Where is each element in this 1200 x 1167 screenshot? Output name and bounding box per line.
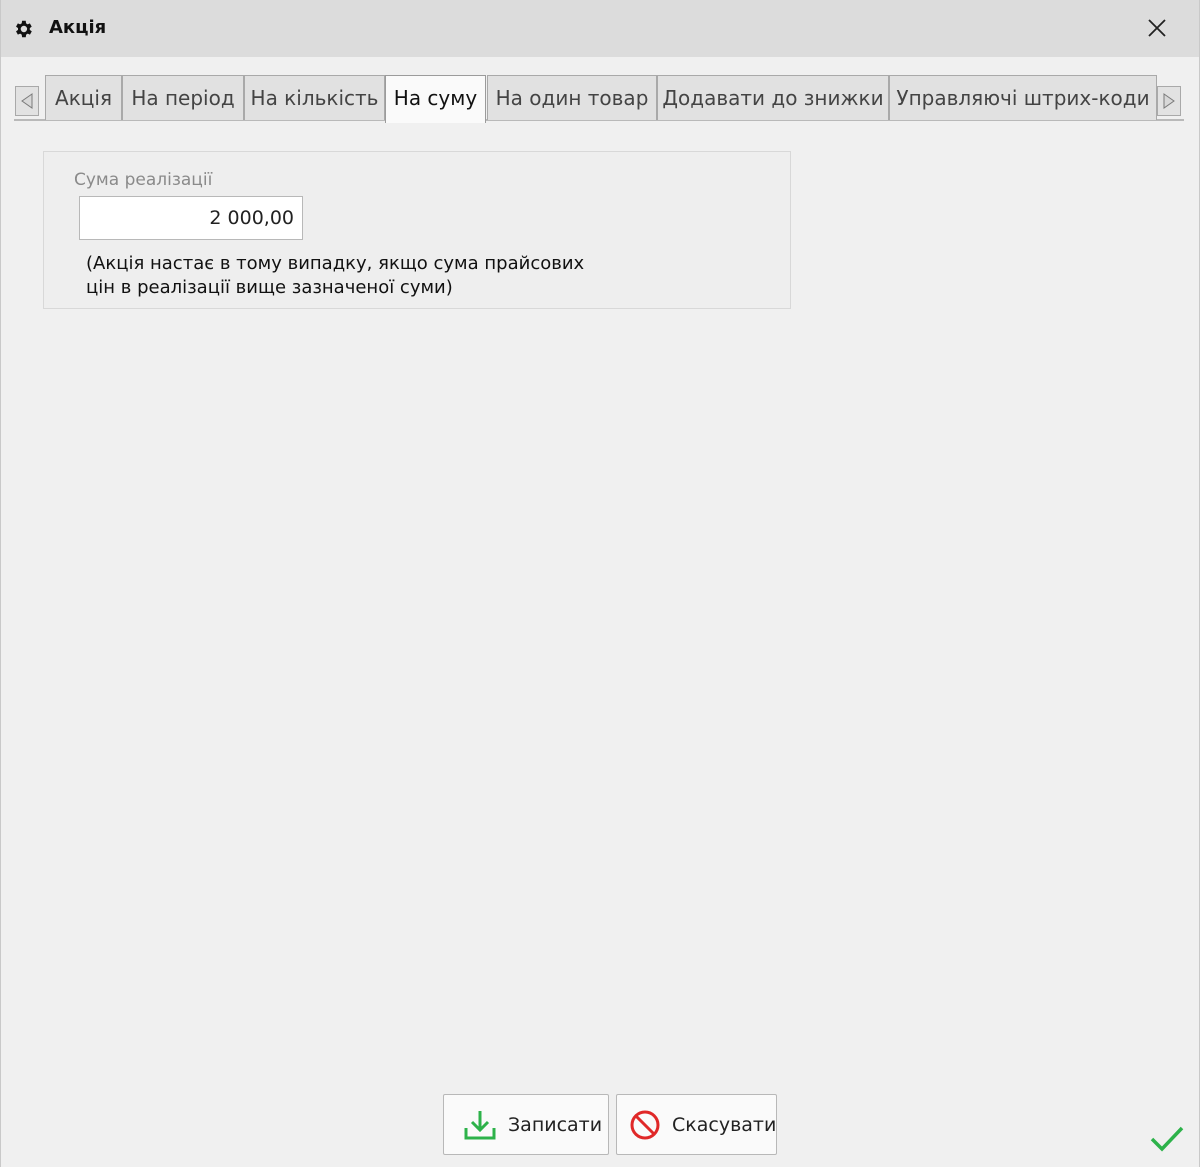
gear-icon [16, 20, 32, 38]
cancel-button-label: Скасувати [672, 1114, 777, 1136]
tab-quantity[interactable]: На кількість [244, 75, 385, 120]
sum-note: (Акція настає в тому випадку, якщо сума … [86, 252, 606, 300]
tab-control-barcodes[interactable]: Управляючі штрих-коди [889, 75, 1157, 120]
tab-label: На суму [393, 86, 478, 110]
dialog-window: Акція Акція На період На кількість На су… [0, 0, 1200, 1167]
tab-scroll-left-button[interactable] [15, 86, 39, 116]
title-bar: Акція [1, 0, 1199, 57]
tab-label: Акція [55, 86, 112, 110]
window-title: Акція [49, 17, 107, 38]
tab-sum[interactable]: На суму [385, 75, 486, 123]
check-icon [1150, 1126, 1184, 1152]
triangle-right-icon [1163, 93, 1175, 109]
tab-scroll-right-button[interactable] [1157, 86, 1181, 116]
note-line-2: цін в реалізації вище зазначеної суми) [86, 277, 453, 298]
sum-input[interactable]: 2 000,00 [79, 196, 303, 240]
triangle-left-icon [21, 93, 33, 109]
note-line-1: (Акція настає в тому випадку, якщо сума … [86, 253, 585, 274]
save-button[interactable]: Записати [443, 1094, 609, 1155]
cancel-button[interactable]: Скасувати [616, 1094, 777, 1155]
tab-single-item[interactable]: На один товар [487, 75, 657, 120]
download-icon [464, 1111, 496, 1140]
tab-add-to-discount[interactable]: Додавати до знижки [657, 75, 889, 120]
close-icon[interactable] [1145, 16, 1169, 40]
tab-label: Додавати до знижки [662, 86, 884, 110]
tab-label: Управляючі штрих-коди [896, 86, 1150, 110]
prohibited-icon [630, 1110, 660, 1140]
tab-akcia[interactable]: Акція [45, 75, 122, 120]
tab-label: На кількість [250, 86, 379, 110]
sum-label: Сума реалізації [74, 170, 213, 190]
tab-label: На один товар [495, 86, 649, 110]
save-button-label: Записати [508, 1114, 603, 1136]
tab-label: На період [131, 86, 235, 110]
tab-period[interactable]: На період [122, 75, 244, 120]
